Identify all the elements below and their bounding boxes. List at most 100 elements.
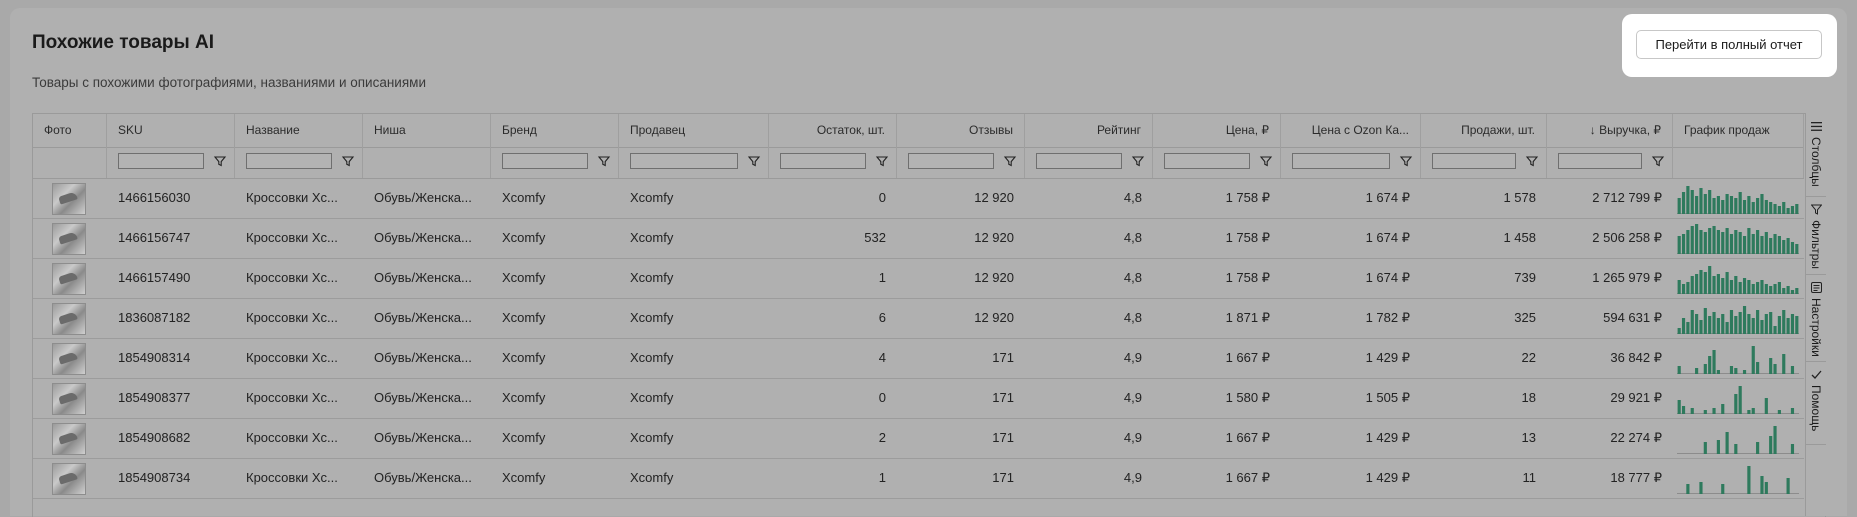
- cell-seller[interactable]: Xcomfy: [619, 378, 769, 418]
- table-row[interactable]: 1466156030 Кроссовки Xc... Обувь/Женска...…: [33, 178, 1804, 219]
- help-tab[interactable]: Помощь: [1806, 361, 1826, 445]
- table-row[interactable]: 1466157490 Кроссовки Xc... Обувь/Женска...…: [33, 258, 1804, 299]
- column-header-seller[interactable]: Продавец: [619, 114, 769, 147]
- cell-sku[interactable]: 1854908734: [107, 458, 235, 498]
- product-thumbnail[interactable]: [52, 183, 86, 215]
- cell-brand[interactable]: Xcomfy: [491, 298, 619, 338]
- cell-photo[interactable]: [33, 378, 107, 418]
- filter-icon[interactable]: [341, 153, 355, 169]
- cell-niche[interactable]: Обувь/Женска...: [363, 258, 491, 298]
- cell-sales-chart[interactable]: [1673, 298, 1804, 338]
- cell-photo[interactable]: [33, 218, 107, 258]
- filter-icon[interactable]: [875, 153, 889, 169]
- column-header-revenue[interactable]: ↓ Выручка, ₽: [1547, 114, 1673, 147]
- cell-niche[interactable]: Обувь/Женска...: [363, 458, 491, 498]
- cell-niche[interactable]: Обувь/Женска...: [363, 298, 491, 338]
- table-row[interactable]: 1854908734 Кроссовки Xc... Обувь/Женска...…: [33, 458, 1804, 499]
- cell-sales-chart[interactable]: [1673, 418, 1804, 458]
- product-thumbnail[interactable]: [52, 423, 86, 455]
- cell-name[interactable]: Кроссовки Xc...: [235, 258, 363, 298]
- cell-niche[interactable]: Обувь/Женска...: [363, 418, 491, 458]
- column-header-price[interactable]: Цена, ₽: [1153, 114, 1281, 147]
- cell-niche[interactable]: Обувь/Женска...: [363, 178, 491, 218]
- cell-photo[interactable]: [33, 178, 107, 218]
- filter-input-seller[interactable]: [630, 153, 738, 169]
- product-thumbnail[interactable]: [52, 383, 86, 415]
- column-header-sku[interactable]: SKU: [107, 114, 235, 147]
- column-header-photo[interactable]: Фото: [33, 114, 107, 147]
- cell-sku[interactable]: 1466157490: [107, 258, 235, 298]
- cell-photo[interactable]: [33, 298, 107, 338]
- settings-tab[interactable]: Настройки: [1806, 274, 1826, 362]
- product-thumbnail[interactable]: [52, 463, 86, 495]
- cell-seller[interactable]: Xcomfy: [619, 178, 769, 218]
- cell-brand[interactable]: Xcomfy: [491, 418, 619, 458]
- filter-input-sales[interactable]: [1432, 153, 1516, 169]
- cell-niche[interactable]: Обувь/Женска...: [363, 338, 491, 378]
- table-row[interactable]: 1854908682 Кроссовки Xc... Обувь/Женска...…: [33, 418, 1804, 459]
- cell-seller[interactable]: Xcomfy: [619, 218, 769, 258]
- column-header-sales-chart[interactable]: График продаж: [1673, 114, 1804, 147]
- cell-name[interactable]: Кроссовки Xc...: [235, 418, 363, 458]
- cell-name[interactable]: Кроссовки Xc...: [235, 378, 363, 418]
- filter-icon[interactable]: [1003, 153, 1017, 169]
- filter-input-reviews[interactable]: [908, 153, 994, 169]
- cell-name[interactable]: Кроссовки Xc...: [235, 338, 363, 378]
- filter-icon[interactable]: [213, 153, 227, 169]
- column-header-niche[interactable]: Ниша: [363, 114, 491, 147]
- filter-icon[interactable]: [1399, 153, 1413, 169]
- cell-photo[interactable]: [33, 258, 107, 298]
- cell-niche[interactable]: Обувь/Женска...: [363, 378, 491, 418]
- filter-icon[interactable]: [1131, 153, 1145, 169]
- filter-icon[interactable]: [1525, 153, 1539, 169]
- filter-input-sku[interactable]: [118, 153, 204, 169]
- cell-niche[interactable]: Обувь/Женска...: [363, 218, 491, 258]
- filter-input-stock[interactable]: [780, 153, 866, 169]
- cell-sku[interactable]: 1466156747: [107, 218, 235, 258]
- cell-name[interactable]: Кроссовки Xc...: [235, 178, 363, 218]
- cell-sales-chart[interactable]: [1673, 178, 1804, 218]
- column-header-reviews[interactable]: Отзывы: [897, 114, 1025, 147]
- filter-input-name[interactable]: [246, 153, 332, 169]
- column-header-ozon-price[interactable]: Цена с Ozon Ка...: [1281, 114, 1421, 147]
- cell-sales-chart[interactable]: [1673, 378, 1804, 418]
- cell-sales-chart[interactable]: [1673, 258, 1804, 298]
- column-header-rating[interactable]: Рейтинг: [1025, 114, 1153, 147]
- cell-seller[interactable]: Xcomfy: [619, 418, 769, 458]
- cell-sales-chart[interactable]: [1673, 458, 1804, 498]
- cell-photo[interactable]: [33, 418, 107, 458]
- filter-input-brand[interactable]: [502, 153, 588, 169]
- column-header-stock[interactable]: Остаток, шт.: [769, 114, 897, 147]
- column-header-brand[interactable]: Бренд: [491, 114, 619, 147]
- cell-seller[interactable]: Xcomfy: [619, 298, 769, 338]
- cell-sku[interactable]: 1836087182: [107, 298, 235, 338]
- filter-input-revenue[interactable]: [1558, 153, 1642, 169]
- columns-tab[interactable]: Столбцы: [1806, 113, 1826, 197]
- cell-seller[interactable]: Xcomfy: [619, 458, 769, 498]
- filters-tab[interactable]: Фильтры: [1806, 196, 1826, 275]
- cell-sku[interactable]: 1854908377: [107, 378, 235, 418]
- full-report-button[interactable]: Перейти в полный отчет: [1636, 30, 1822, 59]
- cell-photo[interactable]: [33, 338, 107, 378]
- cell-sku[interactable]: 1854908314: [107, 338, 235, 378]
- cell-brand[interactable]: Xcomfy: [491, 458, 619, 498]
- filter-icon[interactable]: [747, 153, 761, 169]
- cell-brand[interactable]: Xcomfy: [491, 178, 619, 218]
- cell-sales-chart[interactable]: [1673, 218, 1804, 258]
- cell-sales-chart[interactable]: [1673, 338, 1804, 378]
- cell-brand[interactable]: Xcomfy: [491, 218, 619, 258]
- cell-seller[interactable]: Xcomfy: [619, 258, 769, 298]
- filter-input-rating[interactable]: [1036, 153, 1122, 169]
- product-thumbnail[interactable]: [52, 303, 86, 335]
- cell-brand[interactable]: Xcomfy: [491, 258, 619, 298]
- table-row[interactable]: 1836087182 Кроссовки Xc... Обувь/Женска...…: [33, 298, 1804, 339]
- filter-icon[interactable]: [1651, 153, 1665, 169]
- product-thumbnail[interactable]: [52, 343, 86, 375]
- cell-brand[interactable]: Xcomfy: [491, 378, 619, 418]
- filter-icon[interactable]: [597, 153, 611, 169]
- cell-seller[interactable]: Xcomfy: [619, 338, 769, 378]
- cell-photo[interactable]: [33, 458, 107, 498]
- cell-name[interactable]: Кроссовки Xc...: [235, 298, 363, 338]
- cell-sku[interactable]: 1466156030: [107, 178, 235, 218]
- cell-brand[interactable]: Xcomfy: [491, 338, 619, 378]
